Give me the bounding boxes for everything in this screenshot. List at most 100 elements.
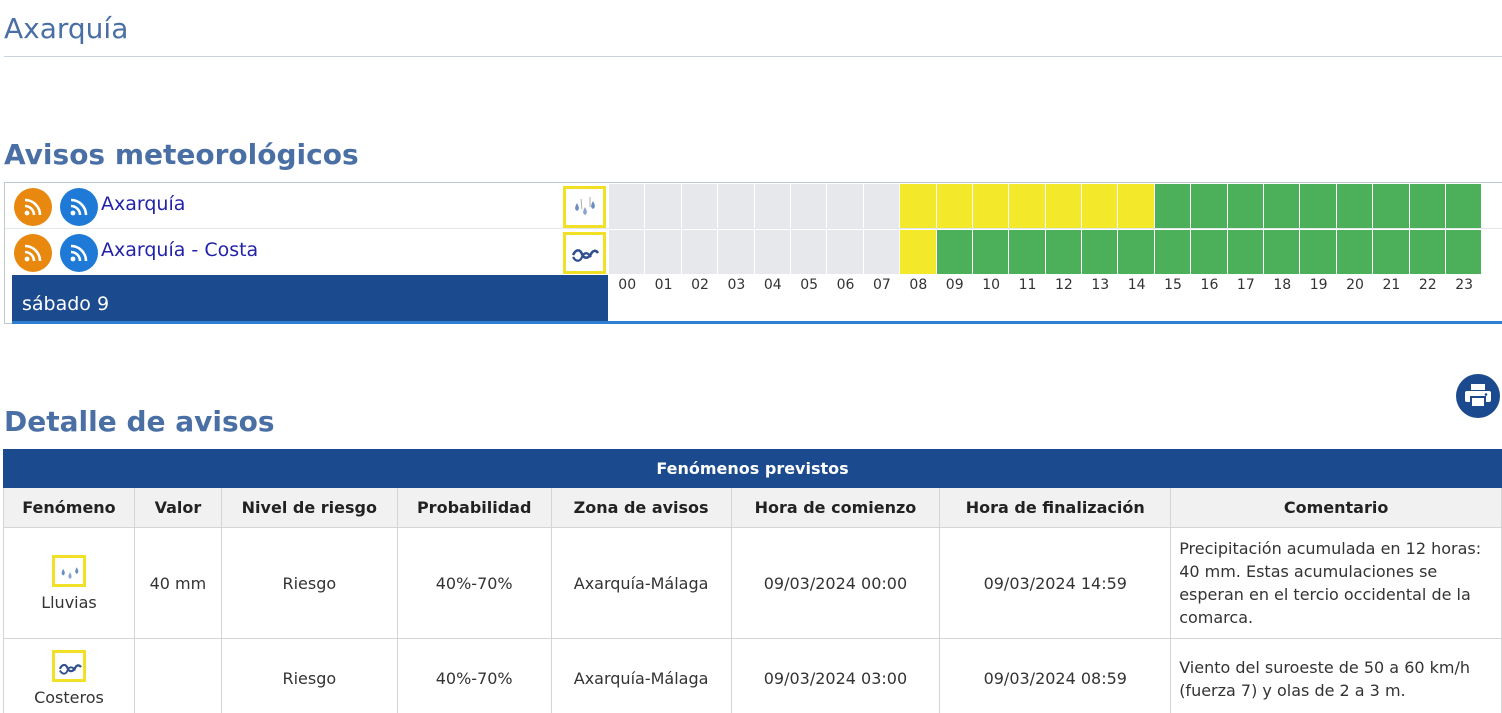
nivel-cell: Riesgo xyxy=(220,638,398,713)
hour-label: 22 xyxy=(1418,277,1437,293)
day-label: sábado 9 xyxy=(22,293,110,315)
rss-feed-button[interactable] xyxy=(60,188,98,226)
avisos-timeline: Axarquía Axarquía - Costa sábado 9 00 01 0… xyxy=(4,182,1502,324)
avisos-row: Axarquía xyxy=(5,183,1502,229)
hour-cell-yellow xyxy=(1009,184,1046,228)
hour-axis: 00 01 02 03 04 05 06 07 08 09 10 11 12 13 14 15 16 17 18 19… xyxy=(609,277,1482,293)
hour-cell-green xyxy=(1154,230,1192,274)
hour-cell-green xyxy=(1191,184,1228,228)
hour-label: 04 xyxy=(763,277,782,293)
hour-cell-gray xyxy=(718,230,755,274)
hour-cell-gray xyxy=(827,230,864,274)
hour-cell-yellow xyxy=(972,184,1010,228)
hour-cell-green xyxy=(1082,230,1119,274)
rss-icon xyxy=(70,244,88,262)
hour-label: 10 xyxy=(982,277,1001,293)
hour-label: 19 xyxy=(1309,277,1328,293)
column-header: Hora de comienzo xyxy=(730,487,941,528)
hour-cell-gray xyxy=(790,184,828,228)
hour-cell-green xyxy=(936,230,973,274)
column-header: Hora de finalización xyxy=(939,487,1172,528)
hour-cell-gray xyxy=(754,230,791,274)
hour-cell-green xyxy=(1373,184,1410,228)
column-header: Nivel de riesgo xyxy=(220,487,398,528)
column-header: Valor xyxy=(133,487,222,528)
hour-label: 13 xyxy=(1091,277,1110,293)
hour-cell-green xyxy=(1264,230,1301,274)
rain-drops-icon xyxy=(51,554,86,587)
comentario-cell: Viento del suroeste de 50 a 60 km/h (fue… xyxy=(1170,638,1502,713)
hour-cell-green xyxy=(1264,184,1301,228)
hour-label: 03 xyxy=(727,277,746,293)
zona-cell: Axarquía-Málaga xyxy=(550,638,732,713)
hour-label: 02 xyxy=(691,277,709,293)
hour-cell-green xyxy=(1409,184,1446,228)
hour-cell-yellow xyxy=(900,230,937,274)
column-header: Zona de avisos xyxy=(550,487,732,528)
hourly-level-strip xyxy=(609,184,1483,228)
hour-label: 14 xyxy=(1127,277,1146,293)
table-caption: Fenómenos previstos xyxy=(3,449,1502,488)
probabilidad-cell: 40%-70% xyxy=(396,638,552,713)
hour-cell-gray xyxy=(681,184,719,228)
fenomeno-label: Lluvias xyxy=(41,592,97,612)
hour-cell-gray xyxy=(790,230,828,274)
hour-label: 00 xyxy=(618,277,637,293)
column-header: Probabilidad xyxy=(396,487,552,528)
rss-feed-button[interactable] xyxy=(60,234,98,272)
rss-icon xyxy=(24,244,42,262)
hour-label: 16 xyxy=(1200,277,1219,293)
hour-cell-gray xyxy=(863,230,901,274)
rain-drops-icon xyxy=(563,186,606,228)
hour-cell-green xyxy=(1336,184,1374,228)
table-row: Lluvias 40 mm Riesgo 40%-70% Axarquía-Má… xyxy=(3,527,1502,639)
hour-cell-green xyxy=(1227,184,1265,228)
probabilidad-cell: 40%-70% xyxy=(396,527,552,639)
hour-label: 21 xyxy=(1382,277,1401,293)
hour-label: 01 xyxy=(654,277,673,293)
print-button[interactable] xyxy=(1456,374,1500,418)
hour-label: 11 xyxy=(1018,277,1037,293)
hour-cell-green xyxy=(1045,230,1083,274)
hour-cell-yellow xyxy=(1082,184,1119,228)
hour-cell-green xyxy=(1009,230,1046,274)
hour-cell-green xyxy=(1118,230,1155,274)
hour-label: 23 xyxy=(1455,277,1474,293)
hour-cell-gray xyxy=(645,184,682,228)
fenomeno-label: Costeros xyxy=(34,688,104,707)
hour-label: 18 xyxy=(1273,277,1292,293)
hour-label: 17 xyxy=(1236,277,1255,293)
timeline-underline xyxy=(12,321,1502,324)
zona-cell: Axarquía-Málaga xyxy=(550,527,732,639)
hour-label: 20 xyxy=(1346,277,1364,293)
comienzo-cell: 09/03/2024 00:00 xyxy=(730,527,941,639)
hour-cell-yellow xyxy=(1045,184,1083,228)
hour-cell-yellow xyxy=(936,184,973,228)
fenomeno-cell: Lluvias xyxy=(3,527,135,639)
hour-cell-green xyxy=(972,230,1010,274)
fenomeno-cell: Costeros xyxy=(3,638,135,713)
hour-cell-green xyxy=(1373,230,1410,274)
rss-icon xyxy=(70,198,88,216)
comentario-cell: Precipitación acumulada en 12 horas: 40 … xyxy=(1170,527,1502,639)
hour-cell-yellow xyxy=(1118,184,1155,228)
detalle-table: Fenómenos previstos Fenómeno Valor Nivel… xyxy=(3,449,1502,713)
coastal-waves-icon xyxy=(51,650,86,682)
comienzo-cell: 09/03/2024 03:00 xyxy=(730,638,941,713)
column-header: Fenómeno xyxy=(3,487,135,528)
page-title: Axarquía xyxy=(4,12,129,45)
rss-feed-button[interactable] xyxy=(14,188,52,226)
hour-cell-green xyxy=(1227,230,1265,274)
nivel-cell: Riesgo xyxy=(220,527,398,639)
valor-cell xyxy=(133,638,222,713)
valor-cell: 40 mm xyxy=(133,527,222,639)
table-row: Costeros Riesgo 40%-70% Axarquía-Málaga … xyxy=(3,638,1502,713)
fin-cell: 09/03/2024 14:59 xyxy=(939,527,1172,639)
zone-link[interactable]: Axarquía xyxy=(101,193,185,215)
zone-link[interactable]: Axarquía - Costa xyxy=(101,239,258,261)
hour-cell-gray xyxy=(681,230,719,274)
rss-feed-button[interactable] xyxy=(14,234,52,272)
hour-cell-green xyxy=(1300,184,1337,228)
hour-cell-green xyxy=(1191,230,1228,274)
hour-cell-gray xyxy=(645,230,682,274)
